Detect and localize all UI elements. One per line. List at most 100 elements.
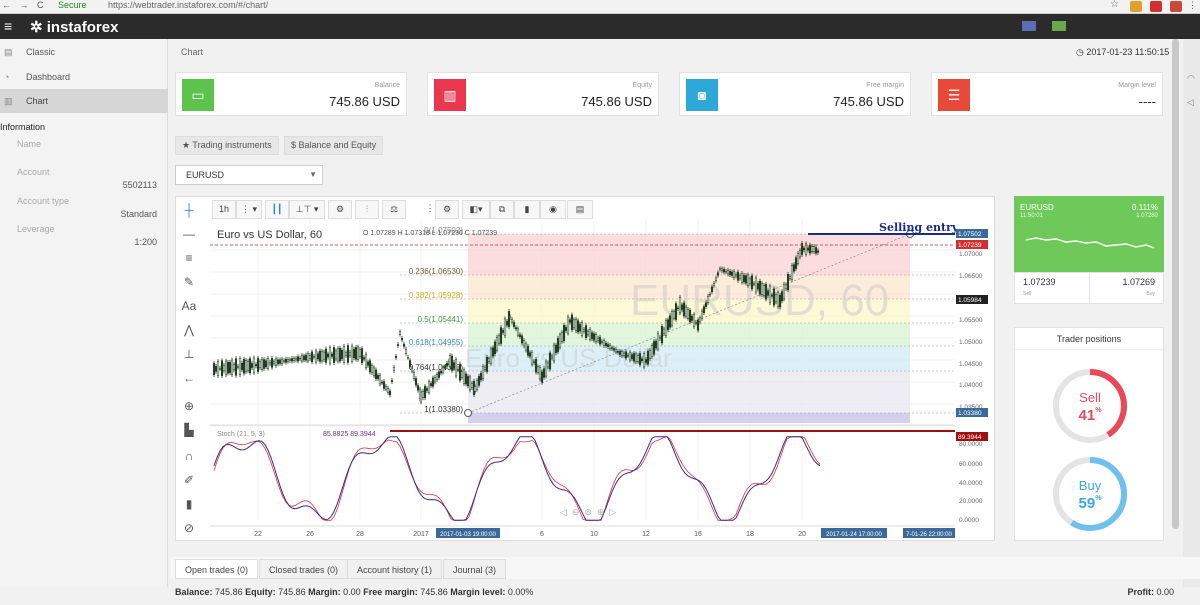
scrollbar-thumb[interactable]	[1172, 39, 1179, 529]
language-flag-icon[interactable]	[1022, 21, 1036, 31]
candle-body	[505, 320, 509, 326]
candle-body	[276, 359, 280, 365]
candles-icon[interactable]: ┃┃	[265, 200, 289, 219]
browser-menu-icon[interactable]: ⋮	[1188, 0, 1197, 11]
lock-icon[interactable]: ▮	[178, 493, 200, 515]
candle-body	[716, 272, 720, 276]
ask-label: Buy	[1146, 291, 1155, 297]
candle-body	[544, 361, 548, 377]
ticker-price: 1.07280	[1136, 213, 1158, 219]
extension-icon[interactable]	[1130, 1, 1142, 12]
more-options-icon[interactable]: ⋮ ▾	[236, 200, 262, 219]
drag-handle-icon[interactable]: ⋮	[425, 200, 435, 219]
candle-body	[706, 296, 710, 303]
tab-closed-trades[interactable]: Closed trades (0)	[259, 559, 349, 579]
fibonacci-tool-icon[interactable]: ⊥	[178, 343, 200, 365]
candle-body	[236, 366, 240, 368]
url-field[interactable]: https://webtrader.instaforex.com/#/chart…	[108, 0, 268, 10]
announce-icon[interactable]: ◁	[1187, 97, 1194, 108]
page-scrollbar[interactable]	[1170, 39, 1181, 549]
bars-type-icon[interactable]: ⊥⊤ ▾	[289, 200, 325, 219]
object-settings-icon[interactable]: ⚙	[435, 200, 459, 219]
info-label-account: Account	[17, 167, 50, 177]
price-axis[interactable]: 1.070001.065001.060001.055001.050001.045…	[956, 220, 994, 540]
candle-body	[616, 351, 620, 353]
candle-body	[400, 338, 404, 341]
measure-tool-icon[interactable]: ▙	[178, 419, 200, 441]
candle-body	[732, 271, 736, 278]
pen-tool-icon[interactable]: ✎	[178, 271, 200, 293]
arrow-left-icon[interactable]: ←	[178, 367, 200, 389]
price-chart[interactable]: 0(1.07502)0.236(1.06530)0.382(1.05928)0.…	[210, 220, 958, 540]
candle-body	[814, 247, 818, 254]
candle-body	[366, 361, 370, 366]
candle-body	[670, 310, 674, 326]
candle-body	[328, 347, 332, 364]
extension-icon[interactable]	[1150, 1, 1162, 12]
candle-body	[628, 351, 632, 361]
text-tool-icon[interactable]: Aa	[178, 295, 200, 317]
candle-body	[306, 353, 310, 362]
browser-nav-icons[interactable]: ← → C	[2, 0, 47, 10]
lines-tool-icon[interactable]: ≡	[178, 247, 200, 269]
settings-icon[interactable]: ⚙	[328, 200, 352, 219]
candle-body	[316, 353, 320, 360]
tab-journal[interactable]: Journal (3)	[443, 559, 507, 579]
symbol-select-value: EURUSD	[186, 170, 225, 180]
candle-body	[286, 359, 290, 362]
candle-body	[540, 371, 544, 383]
tab-trading-instruments[interactable]: ★ Trading instruments	[175, 136, 279, 155]
sidebar-item-chart[interactable]: ▥ Chart	[0, 89, 168, 113]
symbol-select[interactable]: EURUSD ▼	[175, 165, 323, 185]
clone-icon[interactable]: ⧉	[490, 200, 514, 219]
object-visibility-icon[interactable]: ◧▾	[462, 200, 490, 219]
tab-account-history[interactable]: Account history (1)	[347, 559, 443, 579]
lock-object-icon[interactable]: ▮	[514, 200, 540, 219]
candle-body	[512, 322, 516, 327]
candle-body	[752, 283, 756, 285]
candle-body	[450, 355, 454, 371]
candle-body	[262, 359, 266, 369]
info-label-leverage: Leverage	[17, 224, 55, 234]
candle-body	[660, 326, 664, 344]
candle-body	[582, 329, 586, 332]
candle-body	[656, 333, 660, 350]
pencil-icon[interactable]: ✐	[178, 469, 200, 491]
candle-body	[250, 363, 254, 368]
horizontal-line-tool-icon[interactable]: —	[178, 223, 200, 245]
indicator-icon[interactable]: ⫶	[355, 200, 379, 219]
sidebar-item-classic[interactable]: ▤ Classic	[0, 40, 168, 64]
candle-body	[406, 357, 410, 359]
candle-body	[292, 358, 296, 361]
candle-body	[536, 366, 540, 373]
footer-label: Balance:	[175, 587, 213, 597]
card-label: Balance	[374, 82, 400, 89]
tab-balance-equity[interactable]: $ Balance and Equity	[284, 136, 384, 155]
flag-icon[interactable]	[1052, 21, 1066, 31]
selling-entry-annotation[interactable]: Selling entry	[879, 221, 958, 234]
candle-body	[576, 320, 580, 333]
bookmark-star-icon[interactable]: ☆	[1110, 0, 1119, 10]
zoom-icon[interactable]: ⊕	[178, 395, 200, 417]
ticker-card[interactable]: EURUSD 0.111% 11:50:01 1.07280 1.07239 S…	[1014, 196, 1164, 304]
rss-icon[interactable]: ◠	[1187, 73, 1195, 84]
candle-body	[493, 341, 497, 355]
zoom-controls[interactable]: ◁⊖⊚⊕▷	[560, 507, 621, 518]
sidebar-item-dashboard[interactable]: ◔ Dashboard	[0, 65, 168, 89]
timeframe-button[interactable]: 1h	[212, 200, 236, 219]
hamburger-menu-icon[interactable]: ≡	[4, 18, 12, 34]
crosshair-tool-icon[interactable]: ┼	[178, 199, 200, 221]
pattern-tool-icon[interactable]: ⋀	[178, 319, 200, 341]
candle-body	[640, 358, 644, 361]
magnet-icon[interactable]: ∩	[178, 445, 200, 467]
trash-icon[interactable]: ▤	[567, 200, 593, 219]
candle-body	[454, 359, 458, 377]
tab-open-trades[interactable]: Open trades (0)	[175, 559, 259, 579]
template-icon[interactable]: ⚖	[382, 200, 406, 219]
candle-body	[254, 364, 258, 367]
eye-hide-icon[interactable]: ⊘	[178, 517, 200, 539]
eye-icon[interactable]: ◉	[540, 200, 566, 219]
extension-icon[interactable]	[1170, 1, 1182, 12]
candle-body	[562, 325, 566, 341]
candle-body	[636, 355, 640, 362]
